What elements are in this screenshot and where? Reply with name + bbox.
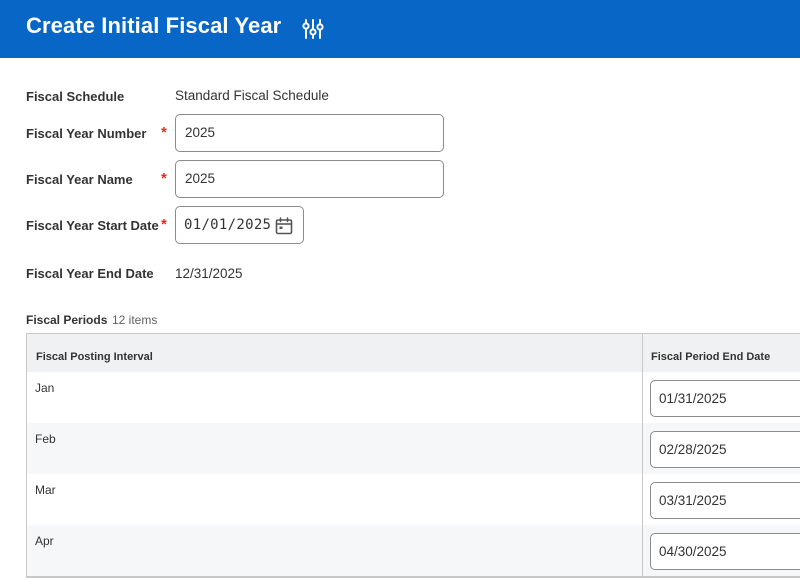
table-row: Mar 03/31/2025 bbox=[27, 474, 800, 526]
column-divider bbox=[642, 334, 643, 577]
fiscal-period-end-date-value: 03/31/2025 bbox=[659, 493, 727, 508]
page-header: Create Initial Fiscal Year bbox=[0, 0, 800, 58]
fiscal-periods-title: Fiscal Periods bbox=[26, 313, 108, 327]
fiscal-year-name-value: 2025 bbox=[185, 171, 216, 186]
fiscal-year-number-label: Fiscal Year Number bbox=[26, 126, 147, 141]
fiscal-year-number-input[interactable]: 2025 bbox=[175, 114, 444, 152]
fiscal-periods-table: Fiscal Posting Interval Fiscal Period En… bbox=[26, 333, 800, 578]
required-indicator: * bbox=[161, 216, 167, 233]
fiscal-year-start-date-label: Fiscal Year Start Date bbox=[26, 218, 159, 233]
fiscal-year-number-value: 2025 bbox=[185, 125, 216, 140]
required-indicator: * bbox=[161, 170, 167, 187]
fiscal-year-end-date-label: Fiscal Year End Date bbox=[26, 266, 154, 281]
related-actions-icon[interactable] bbox=[301, 17, 325, 41]
fiscal-period-end-date-input[interactable]: 03/31/2025 bbox=[650, 482, 800, 519]
calendar-icon[interactable] bbox=[274, 216, 294, 236]
fiscal-year-start-date-input[interactable]: 01/01/2025 bbox=[175, 206, 304, 244]
fiscal-posting-interval-cell: Feb bbox=[35, 432, 56, 446]
fiscal-posting-interval-cell: Jan bbox=[35, 381, 55, 395]
column-header-fiscal-period-end-date[interactable]: Fiscal Period End Date bbox=[651, 351, 770, 363]
fiscal-posting-interval-cell: Mar bbox=[35, 483, 56, 497]
fiscal-year-start-date-value: 01/01/2025 bbox=[184, 217, 272, 233]
table-row: Apr 04/30/2025 bbox=[27, 525, 800, 577]
fiscal-schedule-label: Fiscal Schedule bbox=[26, 89, 125, 104]
fiscal-period-end-date-value: 01/31/2025 bbox=[659, 391, 727, 406]
required-indicator: * bbox=[161, 124, 167, 141]
fiscal-year-end-date-value: 12/31/2025 bbox=[175, 266, 243, 281]
table-header: Fiscal Posting Interval Fiscal Period En… bbox=[27, 334, 800, 373]
fiscal-year-name-input[interactable]: 2025 bbox=[175, 160, 444, 198]
page-title: Create Initial Fiscal Year bbox=[26, 13, 282, 38]
fiscal-period-end-date-input[interactable]: 02/28/2025 bbox=[650, 431, 800, 468]
column-header-fiscal-posting-interval[interactable]: Fiscal Posting Interval bbox=[36, 351, 153, 363]
fiscal-period-end-date-input[interactable]: 01/31/2025 bbox=[650, 380, 800, 417]
fiscal-period-end-date-value: 02/28/2025 bbox=[659, 442, 727, 457]
fiscal-year-name-label: Fiscal Year Name bbox=[26, 172, 133, 187]
table-row: Feb 02/28/2025 bbox=[27, 423, 800, 475]
table-row: Jan 01/31/2025 bbox=[27, 372, 800, 424]
fiscal-posting-interval-cell: Apr bbox=[35, 534, 54, 548]
fiscal-periods-count: 12 items bbox=[112, 313, 158, 327]
fiscal-schedule-value: Standard Fiscal Schedule bbox=[175, 88, 329, 103]
fiscal-period-end-date-value: 04/30/2025 bbox=[659, 544, 727, 559]
fiscal-period-end-date-input[interactable]: 04/30/2025 bbox=[650, 533, 800, 570]
